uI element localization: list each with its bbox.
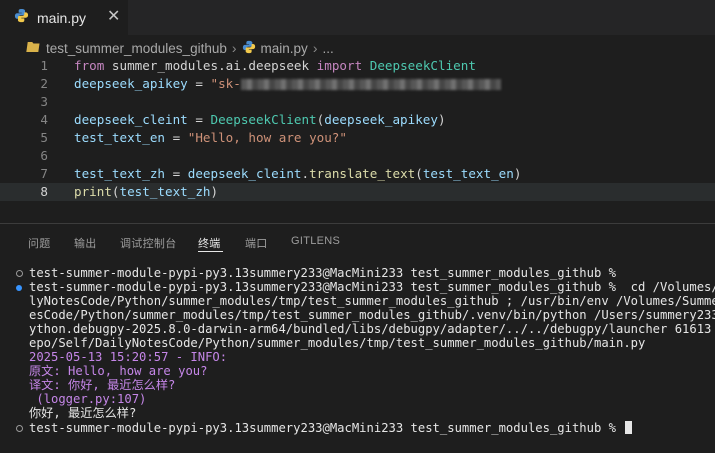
code-line[interactable]: 6 — [0, 147, 715, 165]
code-line[interactable]: 2 deepseek_apikey = "sk- — [0, 75, 715, 93]
tab-debug-console[interactable]: 调试控制台 — [120, 235, 177, 251]
code-token: test_text_en — [422, 166, 514, 181]
breadcrumb-folder[interactable]: test_summer_modules_github — [46, 41, 227, 56]
chevron-right-icon: › — [312, 40, 318, 56]
panel-divider — [0, 223, 715, 224]
code-token: DeepseekClient — [369, 58, 476, 73]
code-token: test_text_zh — [119, 184, 211, 199]
tab-ports[interactable]: 端口 — [245, 235, 268, 251]
code-text: print(test_text_zh) — [74, 183, 218, 201]
tab-label: main.py — [37, 9, 87, 26]
line-number: 4 — [40, 112, 48, 127]
breadcrumb-more[interactable]: ... — [322, 41, 333, 56]
active-tab-indicator — [198, 251, 223, 252]
line-number: 8 — [40, 184, 48, 199]
code-line[interactable]: 8 print(test_text_zh) — [0, 183, 715, 201]
code-token: ( — [415, 166, 423, 181]
code-token: DeepseekClient — [210, 112, 317, 127]
code-line[interactable]: 5 test_text_en = "Hello, how are you?" — [0, 129, 715, 147]
code-text: deepseek_apikey = "sk- — [74, 75, 501, 93]
code-token: ( — [111, 184, 120, 199]
line-number: 3 — [40, 94, 48, 109]
code-token: "Hello, how are you?" — [187, 130, 347, 145]
breadcrumb: test_summer_modules_github › main.py › .… — [0, 38, 334, 58]
python-icon — [242, 40, 256, 57]
command-status-icon — [16, 270, 23, 277]
code-token: ) — [437, 112, 446, 127]
breadcrumb-file[interactable]: main.py — [261, 41, 308, 56]
terminal-line: test-summer-module-pypi-py3.13summery233… — [29, 280, 715, 294]
panel-tab-bar: 问题 输出 调试控制台 终端 端口 GITLENS — [0, 229, 715, 255]
code-text: from summer_modules.ai.deepseek import D… — [74, 57, 476, 75]
code-token: deepseek_apikey — [324, 112, 438, 127]
line-number: 2 — [40, 76, 48, 91]
tab-main-py[interactable]: main.py ✕ — [0, 0, 128, 35]
terminal-cursor — [625, 421, 633, 434]
terminal-line: epo/Self/DailyNotesCode/Python/summer_mo… — [29, 336, 646, 350]
code-token: deepseek_cleint — [187, 166, 302, 181]
code-token: = — [165, 130, 188, 145]
line-number: 5 — [40, 130, 48, 145]
terminal-line: lyNotesCode/Python/summer_modules/tmp/te… — [29, 294, 715, 308]
terminal-prompt-line: test-summer-module-pypi-py3.13summery233… — [29, 421, 633, 435]
command-status-icon — [16, 285, 22, 291]
chevron-right-icon: › — [231, 40, 237, 56]
terminal-line: 你好, 最近怎么样? — [29, 406, 137, 420]
terminal-line: ython.debugpy-2025.8.0-darwin-arm64/bund… — [29, 322, 715, 336]
code-token: test_text_en — [74, 130, 165, 145]
tab-gitlens[interactable]: GITLENS — [291, 235, 340, 247]
code-token: from — [74, 58, 105, 73]
line-number: 7 — [40, 166, 48, 181]
code-token: = — [187, 112, 211, 127]
code-line[interactable]: 7 test_text_zh = deepseek_cleint.translat… — [0, 165, 715, 183]
code-token: ) — [210, 184, 219, 199]
code-line[interactable]: 1 from summer_modules.ai.deepseek import … — [0, 57, 715, 75]
folder-icon — [26, 40, 40, 56]
code-token: . — [301, 166, 310, 181]
tab-problems[interactable]: 问题 — [28, 235, 51, 251]
code-editor[interactable]: 1 from summer_modules.ai.deepseek import … — [0, 57, 715, 209]
editor-tab-bar: main.py ✕ — [0, 0, 715, 35]
code-line[interactable]: 3 — [0, 93, 715, 111]
code-token: = — [187, 76, 211, 91]
terminal-prompt: test-summer-module-pypi-py3.13summery233… — [29, 421, 616, 435]
code-token: test_text_zh — [74, 166, 165, 181]
line-number: 6 — [40, 148, 48, 163]
command-status-icon — [16, 425, 23, 432]
code-token: translate_text — [309, 166, 416, 181]
code-text: test_text_zh = deepseek_cleint.translate… — [74, 165, 521, 183]
code-token: "sk- — [210, 76, 241, 91]
tab-terminal[interactable]: 终端 — [198, 235, 221, 251]
code-token: deepseek_cleint — [74, 112, 188, 127]
code-token: deepseek_apikey — [74, 76, 188, 91]
code-line[interactable]: 4 deepseek_cleint = DeepseekClient(deepse… — [0, 111, 715, 129]
terminal-line: (logger.py:107) — [29, 392, 147, 406]
terminal-line: test-summer-module-pypi-py3.13summery233… — [29, 266, 616, 280]
code-text: deepseek_cleint = DeepseekClient(deepsee… — [74, 111, 446, 129]
terminal-line: 2025-05-13 15:20:57 - INFO: — [29, 350, 228, 364]
code-token: import — [316, 58, 363, 73]
close-icon[interactable]: ✕ — [107, 8, 120, 26]
terminal-line: 原文: Hello, how are you? — [29, 364, 208, 378]
python-icon — [14, 8, 29, 28]
code-token: ) — [513, 166, 522, 181]
terminal[interactable]: test-summer-module-pypi-py3.13summery233… — [0, 266, 715, 453]
code-token: = — [165, 166, 188, 181]
redacted-api-key — [240, 79, 501, 90]
code-text: test_text_en = "Hello, how are you?" — [74, 129, 347, 147]
tab-output[interactable]: 输出 — [74, 235, 97, 251]
terminal-line: esCode/Python/summer_modules/tmp/test_su… — [29, 308, 715, 322]
terminal-line: 译文: 你好, 最近怎么样? — [29, 378, 176, 392]
line-number: 1 — [40, 58, 48, 73]
code-token: summer_modules.ai.deepseek — [104, 58, 317, 73]
code-token: print — [74, 184, 112, 199]
